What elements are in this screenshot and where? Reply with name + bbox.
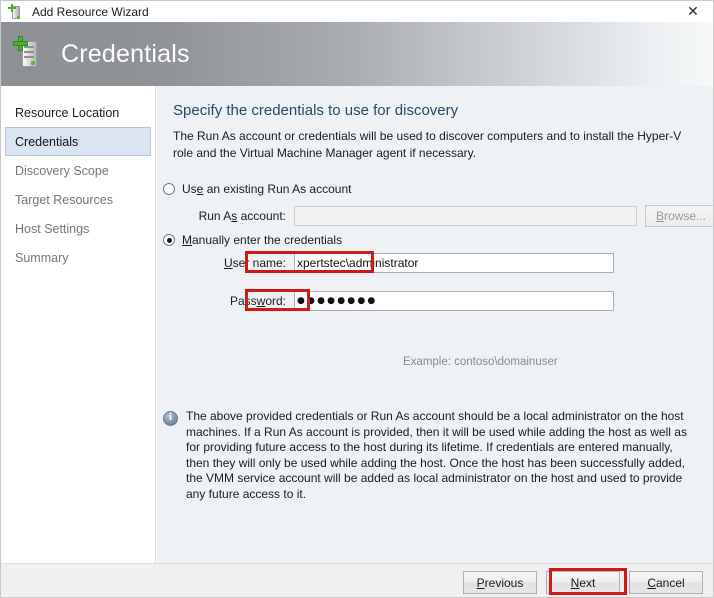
sidebar-item-target-resources[interactable]: Target Resources bbox=[5, 185, 151, 214]
server-add-icon bbox=[13, 35, 47, 73]
sidebar-item-summary[interactable]: Summary bbox=[5, 243, 151, 272]
cancel-button[interactable]: Cancel bbox=[629, 571, 703, 594]
info-note: The above provided credentials or Run As… bbox=[163, 409, 703, 503]
sidebar-item-label: Target Resources bbox=[15, 192, 113, 207]
title-bar: Add Resource Wizard ✕ bbox=[1, 1, 713, 22]
username-input[interactable]: xpertstec\administrator bbox=[294, 253, 614, 273]
password-input[interactable]: ●●●●●●●● bbox=[294, 291, 614, 311]
window-title: Add Resource Wizard bbox=[32, 4, 149, 19]
sidebar-item-resource-location[interactable]: Resource Location bbox=[5, 98, 151, 127]
add-resource-wizard-window: Add Resource Wizard ✕ Credentials Resour… bbox=[0, 0, 714, 598]
server-add-icon bbox=[8, 3, 24, 20]
info-icon bbox=[163, 411, 178, 426]
wizard-step-sidebar: Resource Location Credentials Discovery … bbox=[1, 86, 156, 563]
sidebar-item-label: Discovery Scope bbox=[15, 163, 109, 178]
content-description: The Run As account or credentials will b… bbox=[173, 129, 682, 160]
password-masked-value: ●●●●●●●● bbox=[297, 296, 378, 306]
sidebar-item-discovery-scope[interactable]: Discovery Scope bbox=[5, 156, 151, 185]
radio-use-existing-runas[interactable]: Use an existing Run As account bbox=[163, 182, 351, 196]
sidebar-item-host-settings[interactable]: Host Settings bbox=[5, 214, 151, 243]
content-heading: Specify the credentials to use for disco… bbox=[173, 102, 459, 119]
username-label: User name: bbox=[223, 256, 286, 270]
footer-bar: Previous Next Cancel bbox=[1, 563, 713, 597]
radio-manual-credentials[interactable]: Manually enter the credentials bbox=[163, 233, 342, 247]
sidebar-item-label: Summary bbox=[15, 250, 69, 265]
main-content-panel: Specify the credentials to use for disco… bbox=[157, 86, 713, 563]
runas-account-input[interactable] bbox=[294, 206, 637, 226]
browse-button[interactable]: Browse... bbox=[645, 205, 713, 227]
radio-label: Use an existing Run As account bbox=[182, 182, 352, 196]
sidebar-item-label: Resource Location bbox=[15, 105, 120, 120]
page-header: Credentials bbox=[1, 22, 713, 86]
next-button[interactable]: Next bbox=[546, 571, 620, 594]
sidebar-item-credentials[interactable]: Credentials bbox=[5, 127, 151, 156]
info-note-text: The above provided credentials or Run As… bbox=[186, 409, 687, 501]
sidebar-item-label: Host Settings bbox=[15, 221, 90, 236]
username-example-hint: Example: contoso\domainuser bbox=[403, 356, 558, 368]
previous-button[interactable]: Previous bbox=[463, 571, 537, 594]
page-title: Credentials bbox=[61, 39, 190, 68]
runas-account-row: Run As account: Browse... bbox=[181, 205, 713, 227]
username-row: User name: xpertstec\administrator bbox=[181, 253, 614, 273]
close-icon[interactable]: ✕ bbox=[671, 1, 713, 22]
sidebar-item-label: Credentials bbox=[15, 134, 79, 149]
password-label: Password: bbox=[229, 294, 286, 308]
radio-label: Manually enter the credentials bbox=[182, 233, 343, 247]
radio-indicator bbox=[163, 183, 175, 195]
radio-indicator bbox=[163, 234, 175, 246]
footer-button-group: Previous Next Cancel bbox=[463, 571, 703, 594]
runas-account-label: Run As account: bbox=[198, 209, 286, 223]
password-row: Password: ●●●●●●●● bbox=[181, 291, 614, 311]
